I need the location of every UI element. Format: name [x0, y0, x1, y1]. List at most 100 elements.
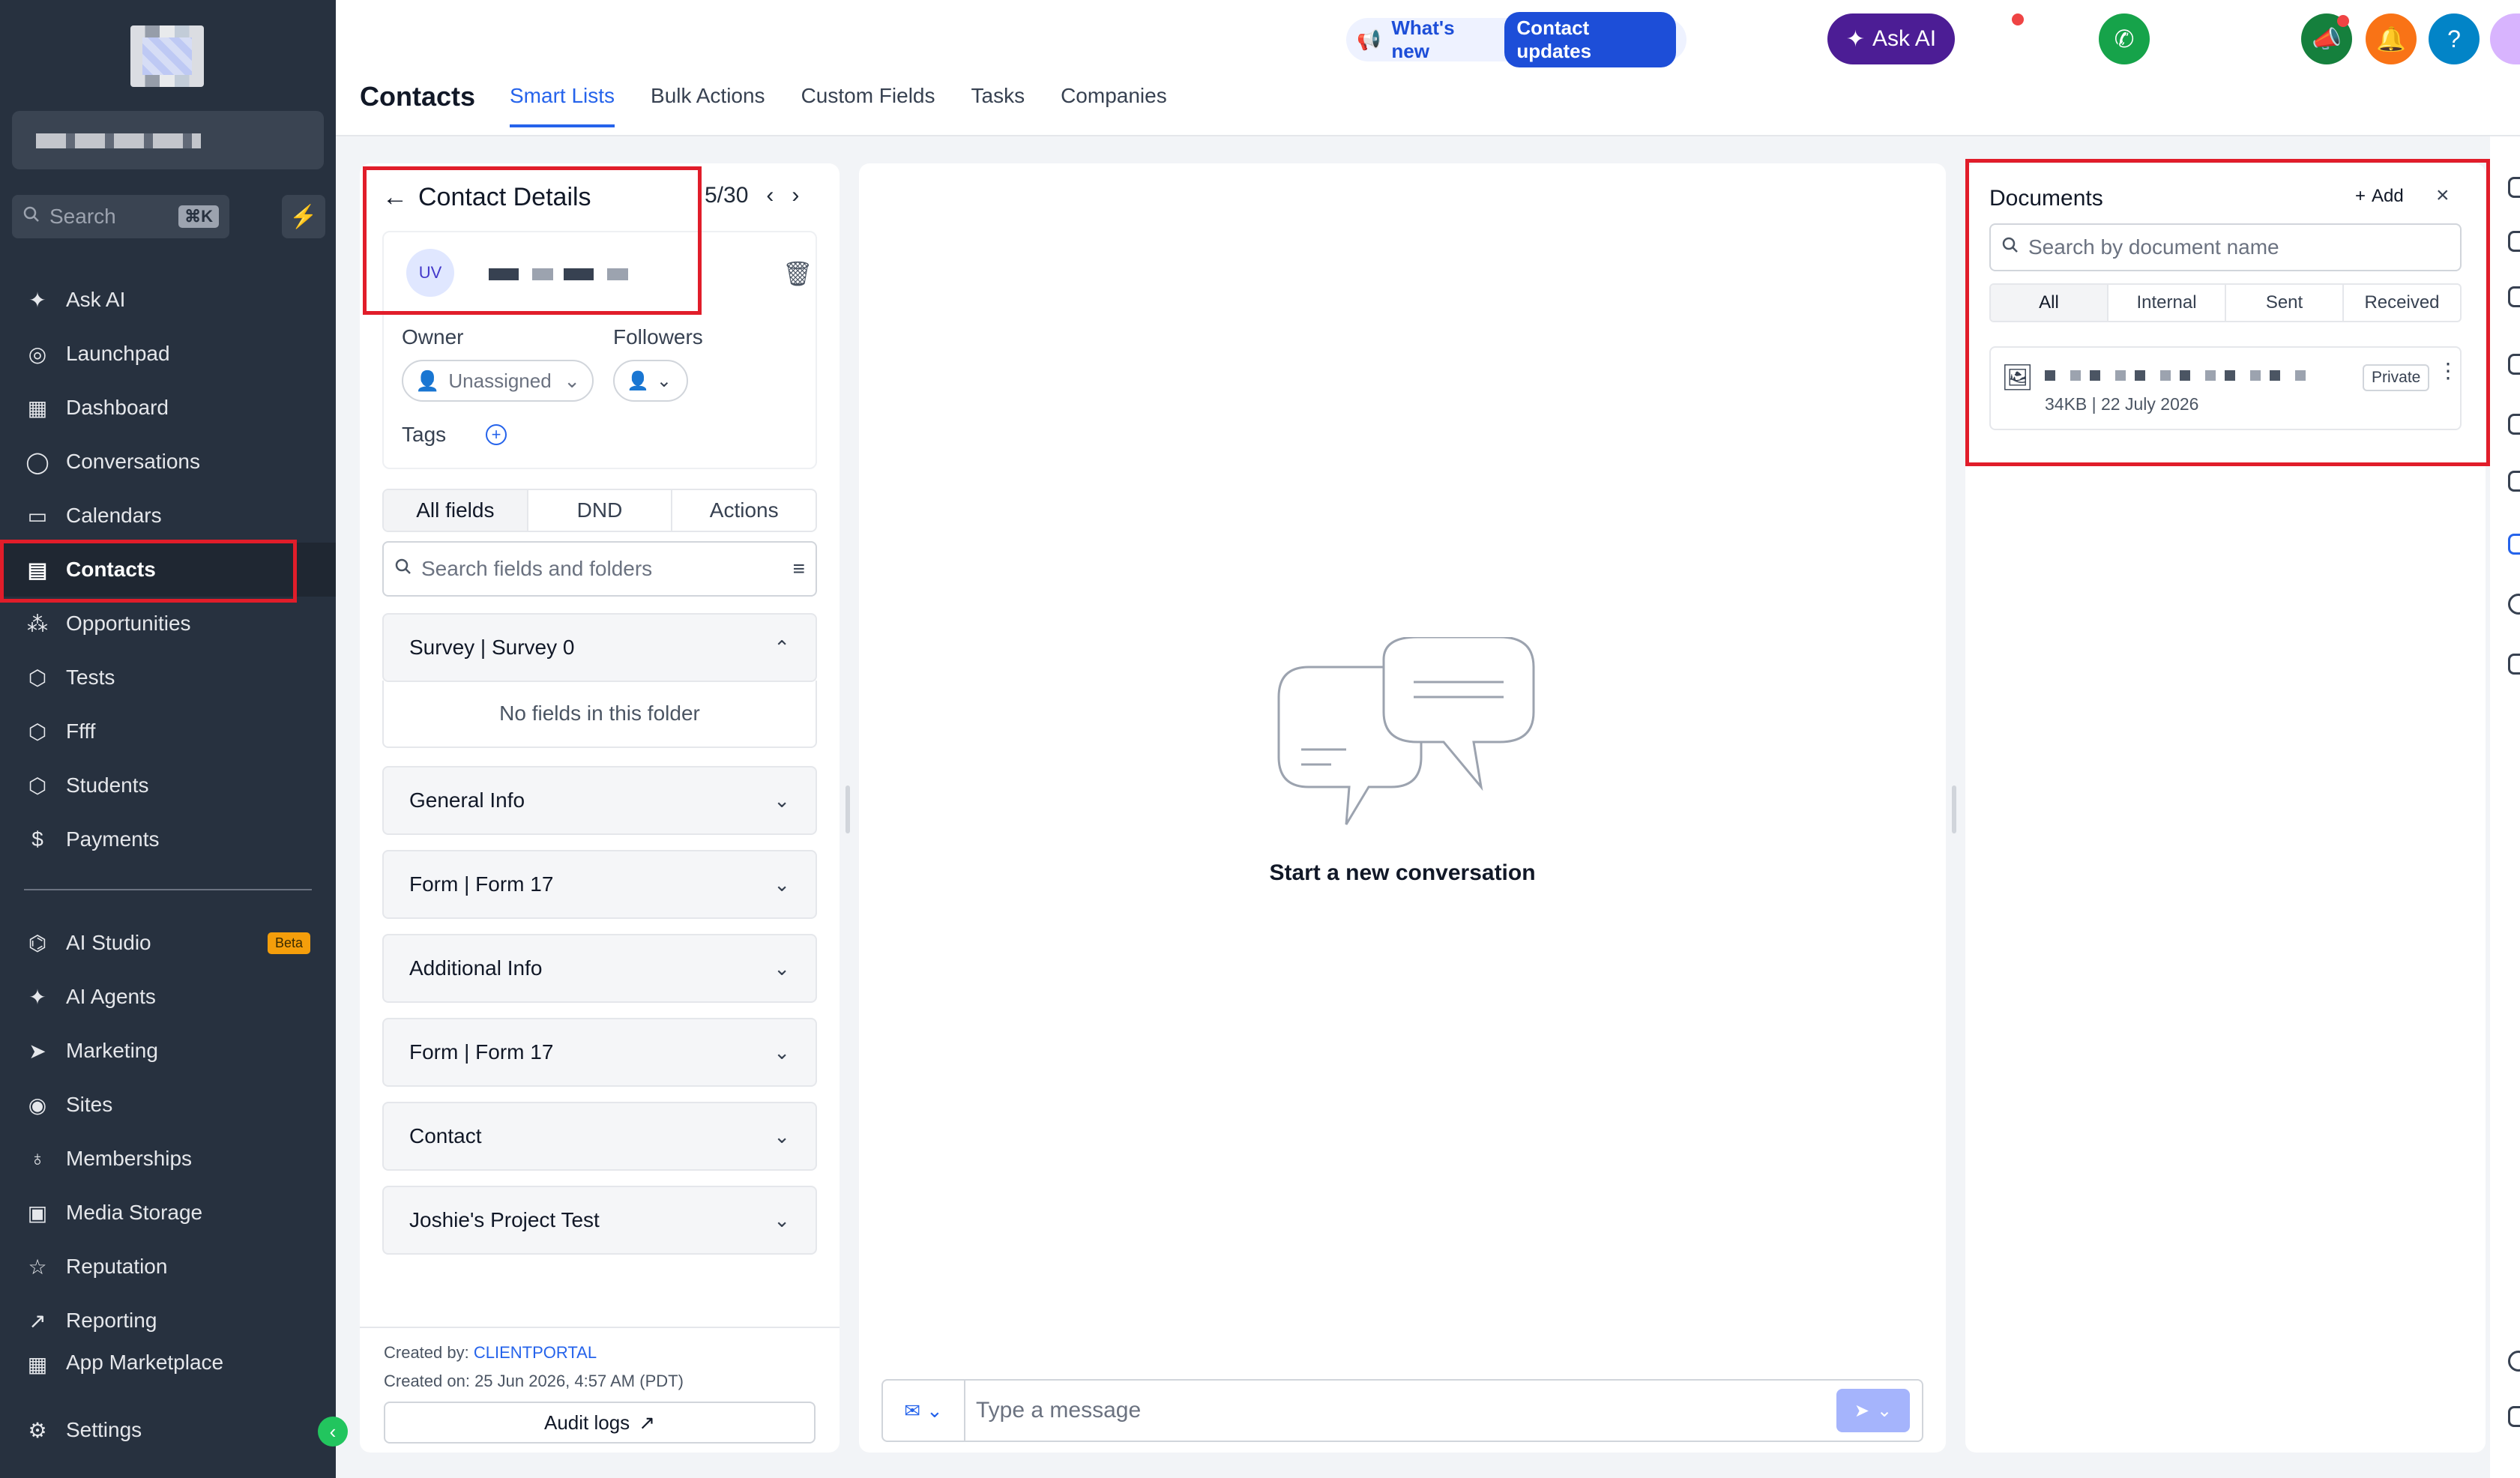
message-input[interactable]: Type a message — [965, 1398, 1836, 1423]
resize-handle-right[interactable] — [1952, 785, 1956, 833]
send-button[interactable]: ➤ ⌄ — [1836, 1389, 1910, 1432]
document-search-input[interactable]: Search by document name — [1989, 223, 2462, 271]
trend-icon: ↗ — [28, 1309, 46, 1333]
chevron-down-icon: ⌄ — [774, 1040, 790, 1064]
whats-new-banner[interactable]: 📢 What's new Contact updates — [1346, 12, 1686, 67]
rail-history-icon[interactable] — [2508, 177, 2520, 198]
rail-calendar-icon[interactable] — [2508, 471, 2520, 492]
sidebar-item-marketing[interactable]: ➤ Marketing — [0, 1024, 336, 1078]
folder-joshies-project-test[interactable]: Joshie's Project Test ⌄ — [382, 1186, 817, 1255]
sidebar-item-ask-ai[interactable]: ✦ Ask AI — [0, 273, 336, 327]
add-tag-button[interactable]: + — [486, 424, 507, 445]
more-options-icon[interactable]: ⋮ — [2438, 358, 2459, 383]
company-logo[interactable] — [130, 25, 204, 87]
filter-received[interactable]: Received — [2344, 285, 2460, 321]
sidebar-item-reporting[interactable]: ↗ Reporting — [0, 1294, 336, 1348]
chevron-down-icon: ⌄ — [774, 788, 790, 812]
owner-label: Owner — [402, 325, 464, 349]
filter-internal[interactable]: Internal — [2108, 285, 2226, 321]
created-by-link[interactable]: CLIENTPORTAL — [474, 1343, 597, 1362]
filter-sent[interactable]: Sent — [2226, 285, 2344, 321]
rail-sparkle-icon[interactable] — [2508, 654, 2520, 675]
sidebar-item-payments[interactable]: $ Payments — [0, 812, 336, 866]
sidebar-item-contacts[interactable]: ▤ Contacts — [0, 543, 336, 597]
segment-dnd[interactable]: DND — [528, 490, 673, 531]
folder-general-info[interactable]: General Info ⌄ — [382, 766, 817, 835]
rail-help-icon[interactable] — [2508, 1351, 2520, 1372]
chevron-down-icon: ⌄ — [1877, 1400, 1893, 1421]
sidebar-item-memberships[interactable]: ♁ Memberships — [0, 1132, 336, 1186]
rail-workflow-icon[interactable] — [2508, 231, 2520, 252]
audit-logs-button[interactable]: Audit logs ↗ — [384, 1402, 816, 1444]
chevron-left-icon[interactable]: ‹ — [766, 183, 774, 208]
account-switcher[interactable] — [12, 111, 324, 169]
folder-survey[interactable]: Survey | Survey 0 ⌃ — [382, 613, 817, 682]
sidebar-item-students[interactable]: ⬡ Students — [0, 758, 336, 812]
plus-icon: + — [2355, 186, 2366, 206]
folder-label: Contact — [409, 1124, 482, 1147]
owner-select[interactable]: 👤 Unassigned ⌄ — [402, 360, 594, 402]
email-icon: ✉ — [904, 1399, 920, 1422]
sidebar-item-media-storage[interactable]: ▣ Media Storage — [0, 1186, 336, 1240]
sidebar-item-ai-agents[interactable]: ✦ AI Agents — [0, 970, 336, 1024]
sidebar-item-conversations[interactable]: ◯ Conversations — [0, 435, 336, 489]
sidebar-item-reputation[interactable]: ☆ Reputation — [0, 1240, 336, 1294]
segment-all-fields[interactable]: All fields — [384, 490, 528, 531]
sidebar-item-label: Ffff — [66, 720, 96, 743]
sparkle-icon: ✦ — [28, 288, 46, 312]
tab-smart-lists[interactable]: Smart Lists — [510, 84, 615, 127]
chevron-down-icon: ⌄ — [774, 1124, 790, 1147]
sidebar-item-dashboard[interactable]: ▦ Dashboard — [0, 381, 336, 435]
fields-search-input[interactable]: Search fields and folders ≡ — [382, 541, 817, 597]
sidebar-item-calendars[interactable]: ▭ Calendars — [0, 489, 336, 543]
sidebar-item-ai-studio[interactable]: ⌬ AI Studio Beta — [0, 916, 336, 970]
phone-button[interactable]: ✆ — [2099, 13, 2150, 64]
rocket-icon: ◎ — [28, 342, 47, 366]
document-item[interactable]: 🖼 34KB | 22 July 2026 Private ⋮ — [1989, 346, 2462, 430]
rail-documents-icon[interactable] — [2508, 534, 2520, 555]
sidebar-item-app-marketplace[interactable]: ▦ App Marketplace — [0, 1348, 336, 1378]
followers-label: Followers — [613, 325, 703, 349]
chevron-right-icon[interactable]: › — [792, 183, 799, 208]
followers-select[interactable]: 👤 ⌄ — [613, 360, 688, 402]
sidebar-item-launchpad[interactable]: ◎ Launchpad — [0, 327, 336, 381]
sidebar-item-opportunities[interactable]: ⁂ Opportunities — [0, 597, 336, 651]
tab-tasks[interactable]: Tasks — [971, 84, 1025, 127]
tab-companies[interactable]: Companies — [1061, 84, 1167, 127]
external-link-icon: ↗ — [639, 1411, 655, 1434]
add-document-button[interactable]: + Add — [2355, 186, 2404, 207]
segment-actions[interactable]: Actions — [672, 490, 816, 531]
folder-form-17-b[interactable]: Form | Form 17 ⌄ — [382, 1018, 817, 1087]
ask-ai-label: Ask AI — [1872, 26, 1937, 51]
filter-icon[interactable]: ≡ — [793, 557, 805, 581]
quick-actions-button[interactable]: ⚡ — [282, 195, 325, 238]
close-icon[interactable]: × — [2436, 183, 2450, 208]
back-arrow-icon[interactable]: ← — [382, 183, 408, 212]
folder-form-17[interactable]: Form | Form 17 ⌄ — [382, 850, 817, 919]
notifications-button[interactable]: 🔔 — [2366, 13, 2417, 64]
trash-icon[interactable]: 🗑 — [783, 259, 813, 288]
folder-contact[interactable]: Contact ⌄ — [382, 1102, 817, 1171]
document-filter-tabs: All Internal Sent Received — [1989, 283, 2462, 322]
rail-clipboard-icon[interactable] — [2508, 354, 2520, 375]
collapse-sidebar-button[interactable]: ‹ — [318, 1417, 348, 1447]
tab-bulk-actions[interactable]: Bulk Actions — [651, 84, 765, 127]
contact-updates-pill[interactable]: Contact updates — [1504, 12, 1676, 67]
sidebar-item-ffff[interactable]: ⬡ Ffff — [0, 705, 336, 758]
rail-expand-icon[interactable] — [2508, 286, 2520, 307]
tab-custom-fields[interactable]: Custom Fields — [801, 84, 935, 127]
channel-select[interactable]: ✉ ⌄ — [883, 1381, 965, 1441]
rail-edit-icon[interactable] — [2508, 414, 2520, 435]
rail-clock-icon[interactable] — [2508, 594, 2520, 615]
rail-chat-icon[interactable] — [2508, 1406, 2520, 1427]
documents-panel: Documents + Add × Search by document nam… — [1965, 163, 2486, 1453]
folder-additional-info[interactable]: Additional Info ⌄ — [382, 934, 817, 1003]
resize-handle-left[interactable] — [845, 785, 850, 833]
sidebar-search[interactable]: Search ⌘K — [12, 195, 229, 238]
ask-ai-button[interactable]: ✦ Ask AI — [1827, 13, 1955, 64]
help-button[interactable]: ? — [2429, 13, 2480, 64]
sidebar-item-settings[interactable]: ⚙ Settings — [0, 1403, 336, 1457]
sidebar-item-sites[interactable]: ◉ Sites — [0, 1078, 336, 1132]
filter-all[interactable]: All — [1991, 285, 2108, 321]
sidebar-item-tests[interactable]: ⬡ Tests — [0, 651, 336, 705]
